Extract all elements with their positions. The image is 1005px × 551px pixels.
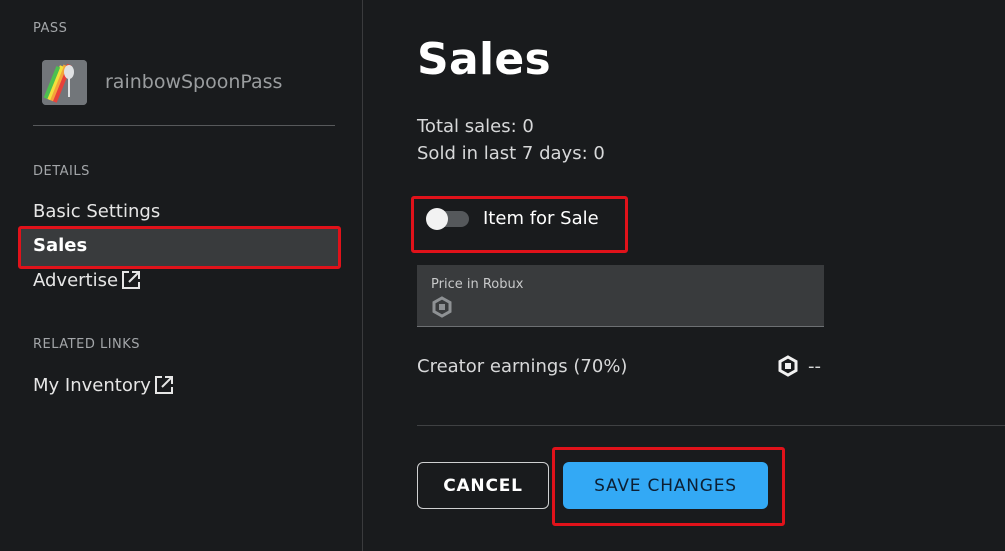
- earnings-amount: --: [808, 355, 821, 377]
- sidebar: PASS rainbowSpoonPass DETAILS Basic Sett…: [0, 0, 363, 551]
- sidebar-item-basic-settings[interactable]: Basic Settings: [33, 201, 160, 222]
- sidebar-item-my-inventory[interactable]: My Inventory: [33, 374, 175, 396]
- sidebar-item-label: Basic Settings: [33, 201, 161, 222]
- page-title: Sales: [417, 34, 551, 85]
- save-changes-button[interactable]: SAVE CHANGES: [563, 462, 768, 509]
- pass-info: rainbowSpoonPass: [42, 59, 282, 105]
- sidebar-item-sales[interactable]: Sales: [33, 235, 87, 256]
- details-section-label: DETAILS: [33, 164, 90, 179]
- sidebar-divider: [33, 125, 335, 126]
- item-for-sale-label: Item for Sale: [483, 208, 599, 229]
- pass-section-label: PASS: [33, 21, 68, 36]
- pass-name: rainbowSpoonPass: [105, 71, 283, 93]
- robux-icon: [431, 296, 453, 322]
- item-for-sale-toggle[interactable]: [426, 207, 469, 230]
- sidebar-item-label: Sales: [33, 235, 88, 256]
- sidebar-item-label: Advertise: [33, 269, 119, 291]
- main-panel: Sales Total sales: 0 Sold in last 7 days…: [363, 0, 1005, 551]
- item-for-sale-toggle-row[interactable]: Item for Sale: [426, 207, 599, 230]
- sold-last-7-days-text: Sold in last 7 days: 0: [417, 143, 605, 164]
- toggle-knob: [426, 207, 448, 230]
- pass-thumbnail: [42, 59, 87, 105]
- price-input[interactable]: Price in Robux: [417, 265, 824, 327]
- price-label: Price in Robux: [431, 277, 524, 292]
- external-link-icon: [120, 269, 142, 291]
- main-divider: [417, 425, 1005, 426]
- related-links-section-label: RELATED LINKS: [33, 337, 141, 352]
- cancel-button[interactable]: CANCEL: [417, 462, 549, 509]
- sidebar-item-advertise[interactable]: Advertise: [33, 269, 142, 291]
- total-sales-text: Total sales: 0: [417, 116, 534, 137]
- external-link-icon: [153, 374, 175, 396]
- creator-earnings-label: Creator earnings (70%): [417, 356, 628, 377]
- robux-icon: [778, 355, 798, 377]
- sidebar-item-label: My Inventory: [33, 374, 151, 396]
- creator-earnings-value: --: [777, 355, 821, 377]
